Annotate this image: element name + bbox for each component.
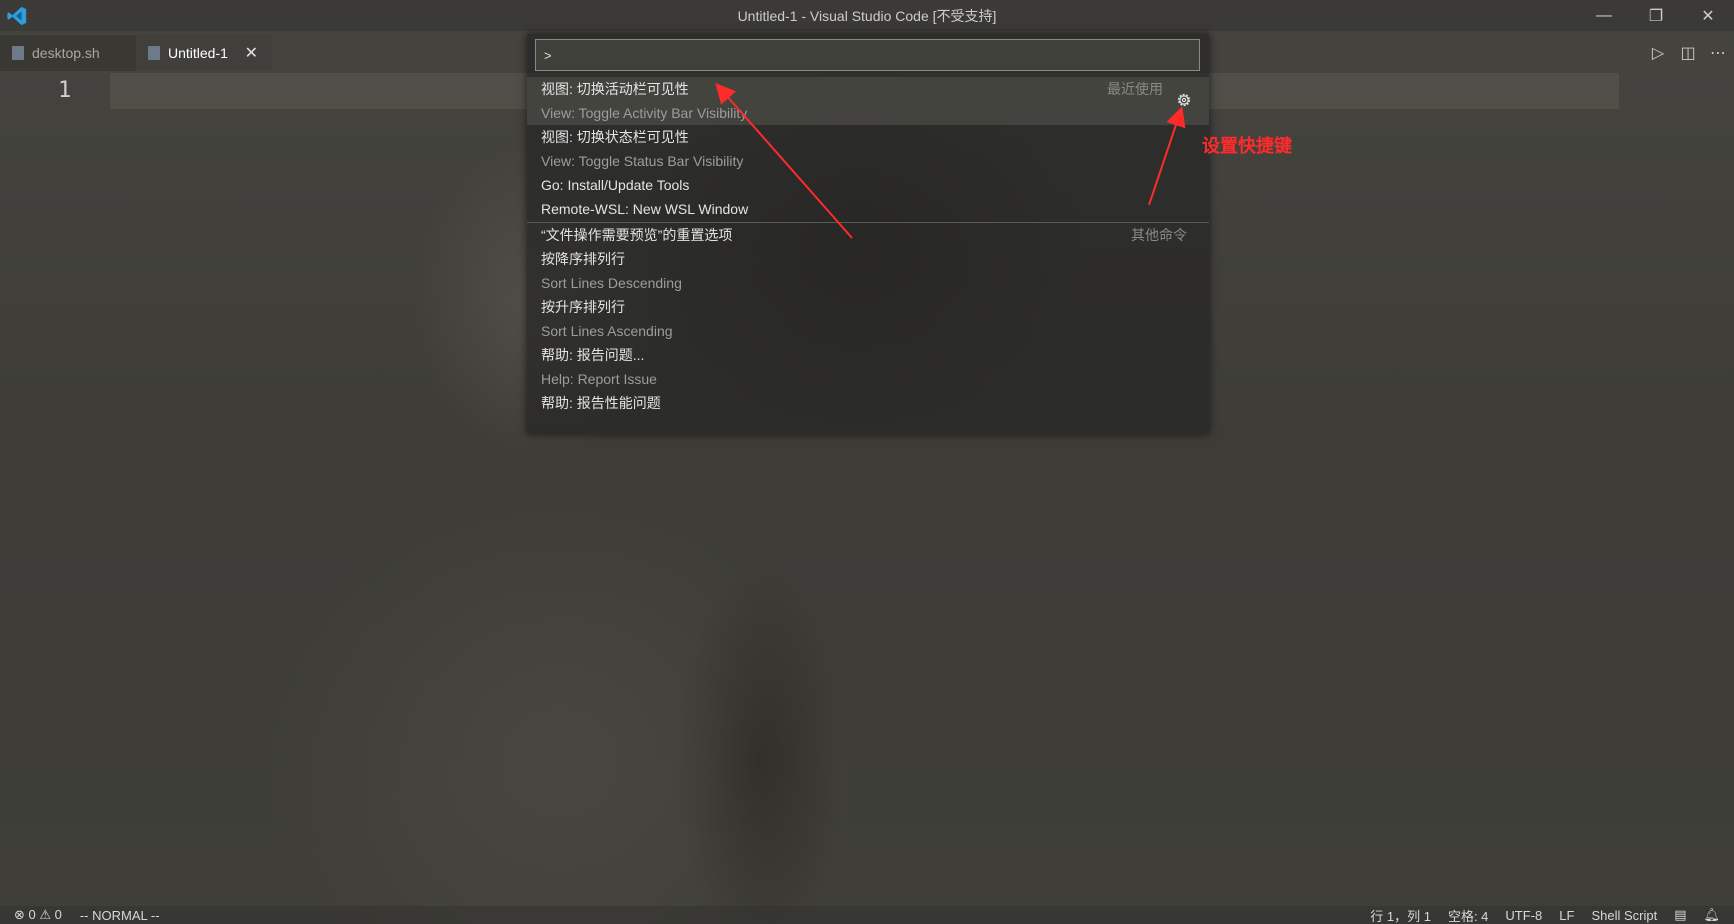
recently-used-tag: 最近使用 [1107,81,1163,97]
language-mode[interactable]: Shell Script [1591,908,1657,923]
title-bar: Untitled-1 - Visual Studio Code [不受支持] —… [0,0,1734,31]
command-item[interactable]: 帮助: 报告性能问题 [527,391,1209,415]
command-label: Remote-WSL: New WSL Window [541,201,749,217]
command-palette-input[interactable] [535,39,1200,71]
command-item[interactable]: Go: Install/Update Tools [527,173,1209,197]
command-item[interactable]: 按升序排列行 Sort Lines Ascending [527,295,1209,343]
command-item[interactable]: 帮助: 报告问题... Help: Report Issue [527,343,1209,391]
command-sublabel: Sort Lines Ascending [541,323,673,339]
vim-mode: -- NORMAL -- [79,907,160,923]
tab-label: Untitled-1 [168,45,228,61]
command-sublabel: View: Toggle Status Bar Visibility [541,153,744,169]
tab-desktop-sh[interactable]: desktop.sh [0,35,136,71]
tab-untitled-1[interactable]: Untitled-1 ✕ [136,35,272,71]
command-label: 帮助: 报告性能问题 [541,395,661,411]
close-window-button[interactable]: ✕ [1682,0,1734,31]
vscode-logo-icon [7,6,27,26]
command-item[interactable]: 按降序排列行 Sort Lines Descending [527,247,1209,295]
command-label: 视图: 切换状态栏可见性 [541,129,689,145]
file-icon [148,46,160,60]
restore-button[interactable]: ❐ [1630,0,1682,31]
window-controls: — ❐ ✕ [1578,0,1734,31]
minimize-button[interactable]: — [1578,0,1630,31]
annotation-label: 设置快捷键 [1202,136,1292,156]
close-tab-icon[interactable]: ✕ [245,43,258,63]
command-label: Go: Install/Update Tools [541,177,690,193]
more-actions-icon[interactable]: ⋯ [1710,43,1726,63]
indentation[interactable]: 空格: 4 [1448,906,1488,924]
feedback-icon[interactable]: ▤ [1674,907,1686,923]
notifications-bell-icon[interactable]: 🔔︎ [1703,907,1720,923]
line-number: 1 [58,78,72,103]
status-bar: ⊗ 0 ⚠ 0 -- NORMAL -- 行 1，列 1 空格: 4 UTF-8… [0,906,1734,924]
gear-icon[interactable] [1175,91,1193,109]
end-of-line[interactable]: LF [1559,908,1574,923]
command-sublabel: Sort Lines Descending [541,275,682,291]
tab-label: desktop.sh [32,45,100,61]
problems-indicator[interactable]: ⊗ 0 ⚠ 0 [14,907,62,923]
command-label: 按升序排列行 [541,299,625,315]
window-title: Untitled-1 - Visual Studio Code [不受支持] [737,7,997,24]
command-item[interactable]: “文件操作需要预览”的重置选项 其他命令 [527,223,1209,247]
editor-actions: ▷ ◫ ⋯ [1650,35,1726,71]
command-item[interactable]: 视图: 切换状态栏可见性 View: Toggle Status Bar Vis… [527,125,1209,173]
command-label: “文件操作需要预览”的重置选项 [541,227,733,243]
other-commands-tag: 其他命令 [1131,227,1187,243]
command-label: 帮助: 报告问题... [541,347,645,363]
command-item[interactable]: 视图: 切换活动栏可见性 View: Toggle Activity Bar V… [527,77,1209,125]
run-icon[interactable]: ▷ [1650,43,1666,63]
cursor-position[interactable]: 行 1，列 1 [1370,906,1431,924]
command-item[interactable]: Remote-WSL: New WSL Window [527,197,1209,222]
command-list: 视图: 切换活动栏可见性 View: Toggle Activity Bar V… [527,77,1209,415]
command-label: 按降序排列行 [541,251,625,267]
command-sublabel: View: Toggle Activity Bar Visibility [541,105,748,121]
encoding[interactable]: UTF-8 [1505,908,1542,923]
command-palette: 视图: 切换活动栏可见性 View: Toggle Activity Bar V… [527,34,1209,434]
command-sublabel: Help: Report Issue [541,371,657,387]
file-icon [12,46,24,60]
split-editor-icon[interactable]: ◫ [1680,43,1696,63]
